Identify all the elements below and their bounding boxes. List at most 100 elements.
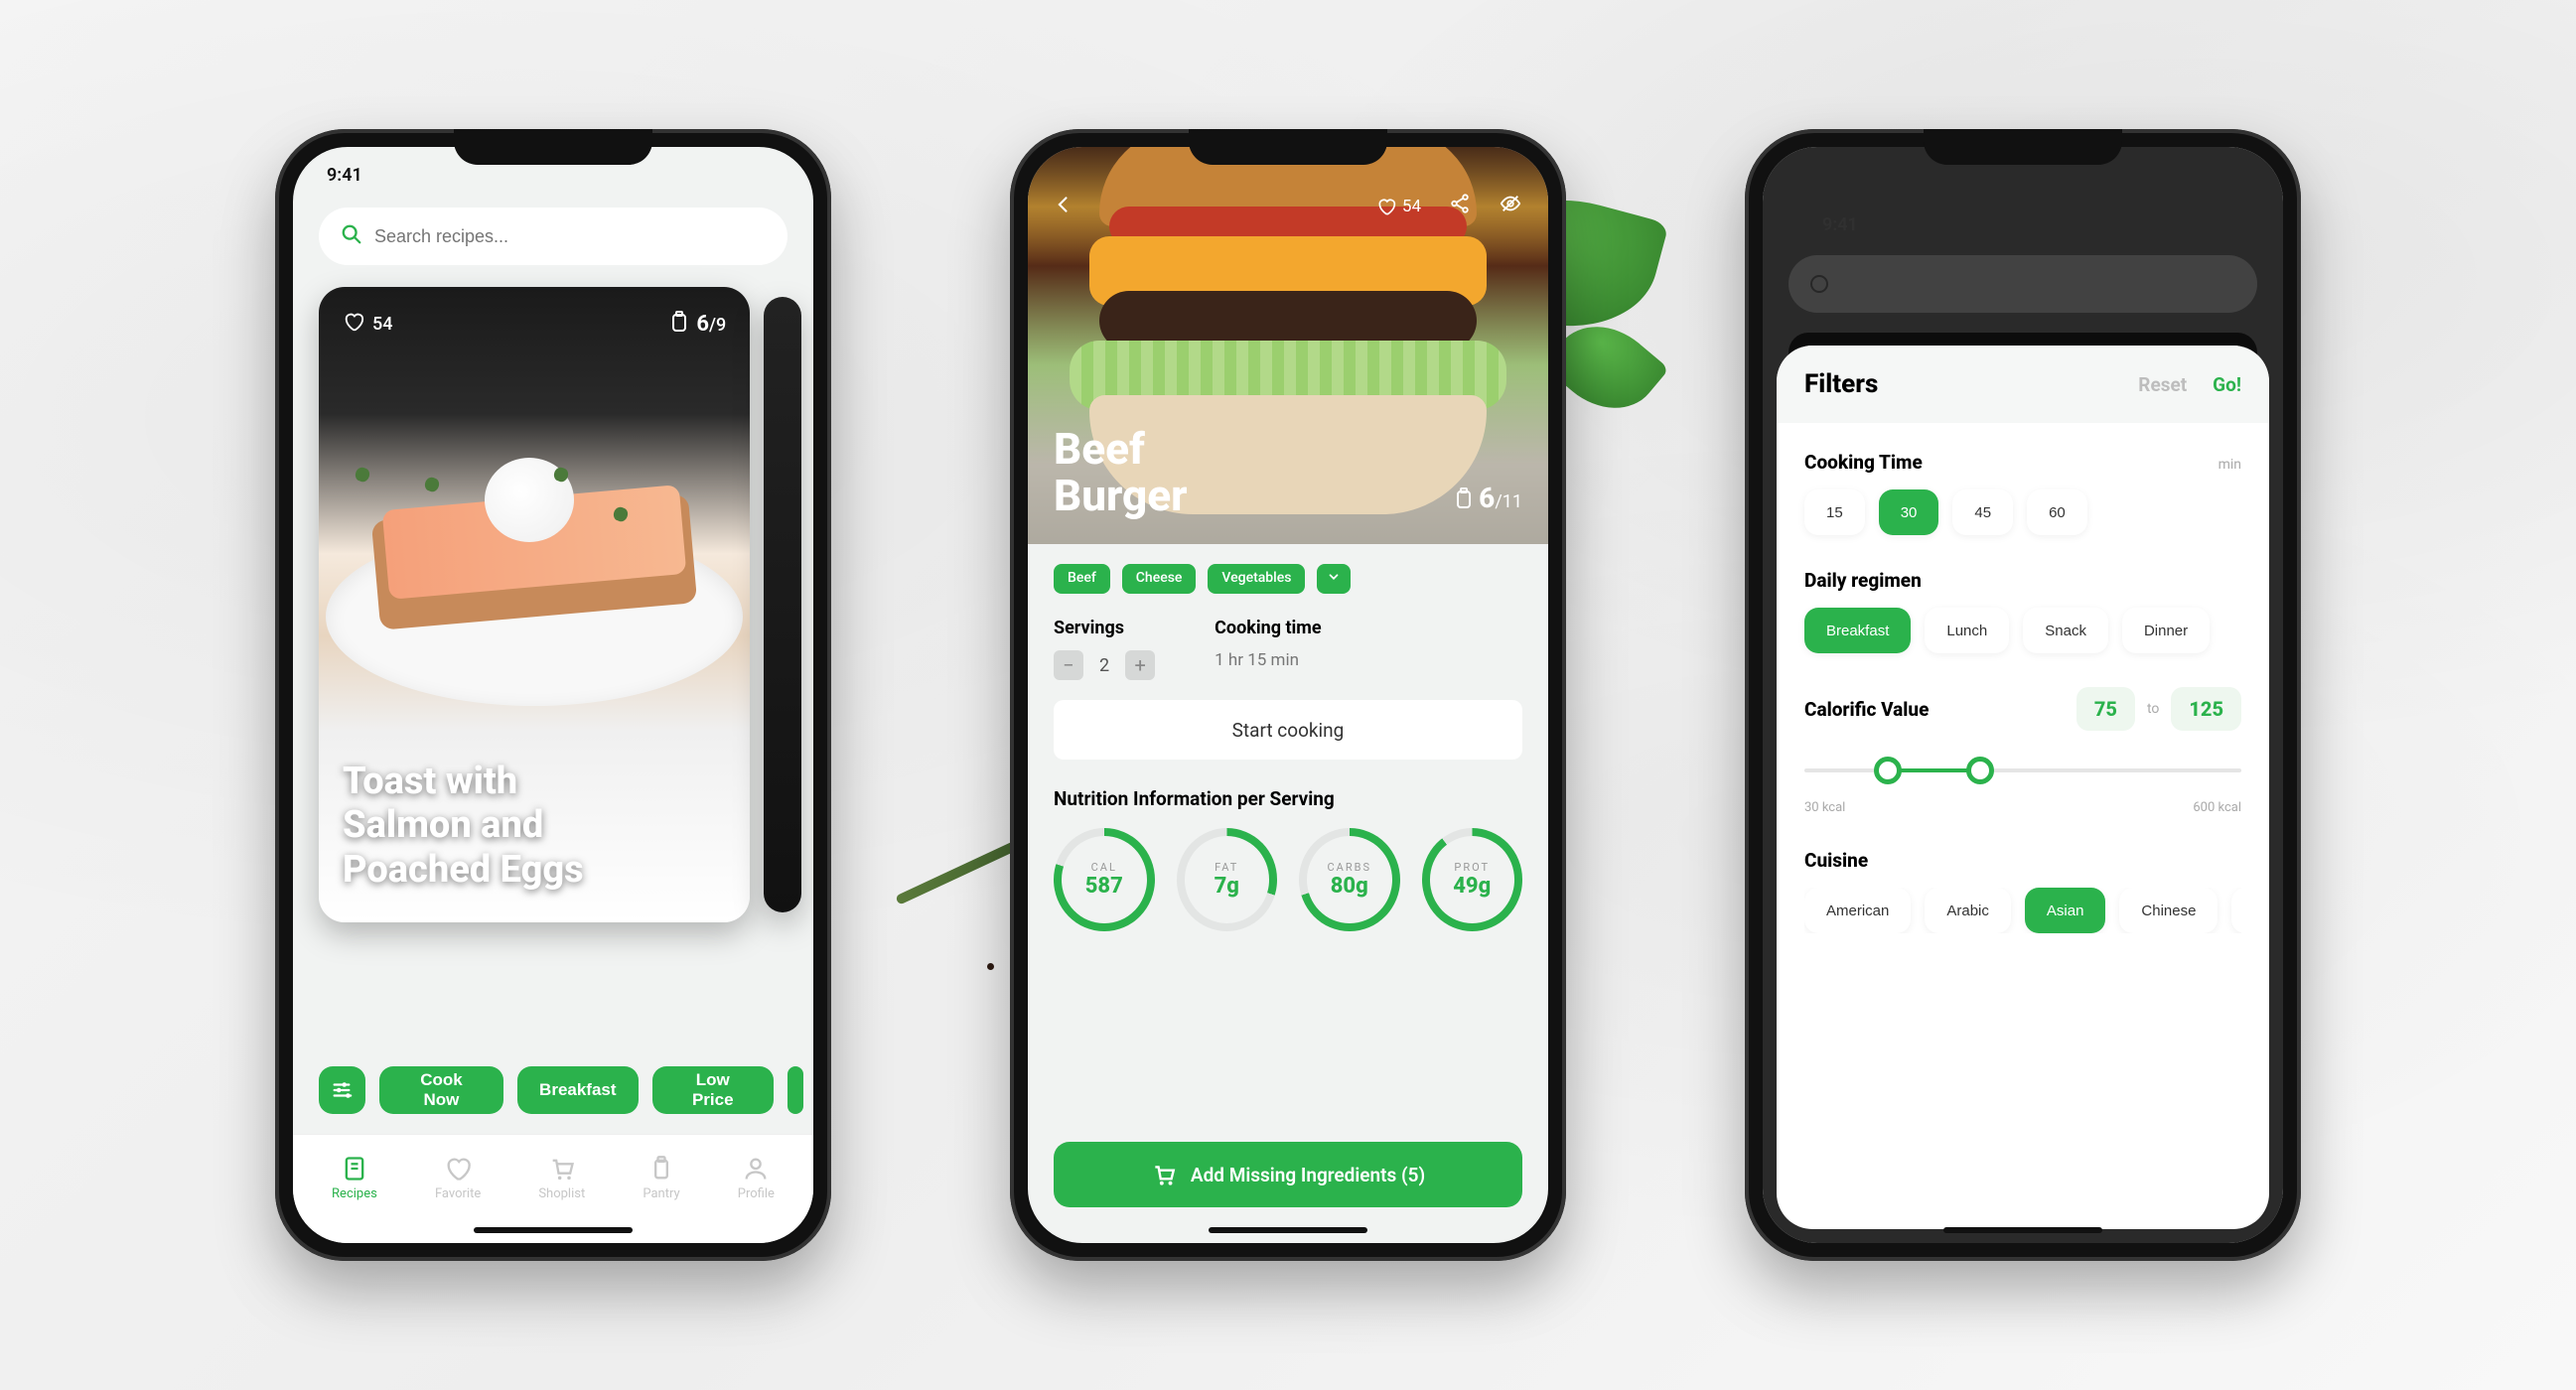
filter-calorific: Calorific Value 75 to 125 30 kcal 600 kc… (1804, 687, 2241, 815)
calo-from[interactable]: 75 (2076, 687, 2135, 731)
nutri-prot: PROT 49g (1422, 828, 1523, 931)
slider-thumb-max[interactable] (1966, 757, 1994, 784)
home-indicator (1943, 1227, 2102, 1233)
likes-count: 54 (1402, 197, 1421, 216)
calo-slider[interactable] (1804, 747, 2241, 796)
tab-profile-label: Profile (738, 1186, 775, 1201)
time-opt-15[interactable]: 15 (1804, 489, 1865, 535)
phone-filters: 9:41 Filters Reset Go! Cooking Time min … (1745, 129, 2301, 1261)
nutri-fat: FAT 7g (1177, 828, 1278, 931)
pill-cook-now[interactable]: Cook Now (379, 1066, 503, 1114)
start-cooking-button[interactable]: Start cooking (1054, 700, 1522, 760)
nutrition-row: CAL 587 FAT 7g CARBS 80g PROT 49g (1054, 828, 1522, 931)
regimen-snack[interactable]: Snack (2023, 608, 2108, 653)
calorific-title: Calorific Value (1804, 698, 1929, 721)
ingredients-count: 6/9 (670, 311, 726, 338)
heart-icon (444, 1155, 472, 1182)
tag-more[interactable] (1317, 564, 1351, 594)
add-missing-button[interactable]: Add Missing Ingredients (5) (1054, 1142, 1522, 1207)
cuisine-overflow[interactable]: Ca (2231, 888, 2241, 933)
tab-recipes[interactable]: Recipes (332, 1155, 377, 1201)
calo-to[interactable]: 125 (2171, 687, 2241, 731)
recipe-title: Toast with Salmon and Poached Eggs (343, 760, 584, 893)
home-indicator (474, 1227, 633, 1233)
servings-label: Servings (1054, 618, 1155, 638)
notch (1189, 129, 1387, 165)
nutri-cal: CAL 587 (1054, 828, 1155, 931)
reset-button[interactable]: Reset (2138, 373, 2187, 396)
likes[interactable]: 54 (1376, 197, 1421, 216)
cooking-time-title: Cooking Time (1804, 451, 1923, 474)
cuisine-american[interactable]: American (1804, 888, 1911, 933)
sheet-title: Filters (1804, 369, 1878, 399)
cooking-time-block: Cooking time 1 hr 15 min (1215, 618, 1322, 680)
ing-have: 6 (1479, 482, 1495, 514)
calo-max-label: 600 kcal (2193, 800, 2241, 815)
recipe-card[interactable]: 54 6/9 Toast with Salmon and Poached Egg… (319, 287, 750, 922)
cart-icon (1151, 1162, 1177, 1187)
profile-icon (742, 1155, 770, 1182)
heart-icon (1376, 197, 1396, 216)
servings-increase[interactable]: + (1125, 650, 1155, 680)
go-button[interactable]: Go! (2213, 373, 2241, 396)
back-button[interactable] (1054, 195, 1073, 218)
share-button[interactable] (1449, 193, 1471, 219)
regimen-title: Daily regimen (1804, 569, 1922, 592)
next-recipe-card[interactable] (764, 297, 801, 912)
likes[interactable]: 54 (343, 311, 392, 338)
regimen-lunch[interactable]: Lunch (1925, 608, 2009, 653)
cooking-time-label: Cooking time (1215, 618, 1322, 638)
filter-sheet: Filters Reset Go! Cooking Time min 15 30… (1777, 346, 2269, 1229)
cuisine-title: Cuisine (1804, 849, 1868, 872)
filter-button[interactable] (319, 1066, 365, 1114)
recipe-title: Beef Burger (1054, 426, 1187, 520)
tab-favorite[interactable]: Favorite (435, 1155, 481, 1201)
servings-decrease[interactable]: − (1054, 650, 1083, 680)
tab-recipes-label: Recipes (332, 1186, 377, 1201)
ing-total: /11 (1495, 491, 1522, 512)
search-bar[interactable] (319, 208, 787, 265)
tab-shoplist[interactable]: Shoplist (538, 1155, 585, 1201)
time-opt-30[interactable]: 30 (1879, 489, 1939, 535)
cuisine-arabic[interactable]: Arabic (1925, 888, 2011, 933)
cuisine-asian[interactable]: Asian (2025, 888, 2106, 933)
home-indicator (1209, 1227, 1367, 1233)
chevron-down-icon (1327, 570, 1341, 584)
regimen-breakfast[interactable]: Breakfast (1804, 608, 1911, 653)
ing-have: 6 (696, 312, 709, 337)
pantry-icon (647, 1155, 675, 1182)
view-button[interactable] (1499, 193, 1522, 219)
pill-overflow[interactable] (787, 1066, 803, 1114)
tag-beef[interactable]: Beef (1054, 564, 1110, 594)
cooking-time-value: 1 hr 15 min (1215, 650, 1322, 670)
pill-breakfast[interactable]: Breakfast (517, 1066, 639, 1114)
status-time: 9:41 (327, 165, 362, 186)
servings-value: 2 (1099, 655, 1109, 676)
time-opt-45[interactable]: 45 (1952, 489, 2013, 535)
recipes-icon (341, 1155, 368, 1182)
filter-cuisine: Cuisine American Arabic Asian Chinese Ca (1804, 849, 2241, 933)
tab-pantry[interactable]: Pantry (643, 1155, 679, 1201)
search-input[interactable] (374, 226, 766, 247)
tag-cheese[interactable]: Cheese (1122, 564, 1197, 594)
cuisine-chinese[interactable]: Chinese (2119, 888, 2218, 933)
ing-total: /9 (709, 315, 726, 336)
nutri-carbs: CARBS 80g (1299, 828, 1400, 931)
sliders-icon (331, 1079, 353, 1101)
nutrition-title: Nutrition Information per Serving (1054, 787, 1522, 810)
phone-recipes: 9:41 (275, 129, 831, 1261)
regimen-dinner[interactable]: Dinner (2122, 608, 2210, 653)
filter-pills: Cook Now Breakfast Low Price (319, 1066, 813, 1114)
slider-thumb-min[interactable] (1874, 757, 1902, 784)
tab-favorite-label: Favorite (435, 1186, 481, 1201)
time-opt-60[interactable]: 60 (2027, 489, 2087, 535)
notch (454, 129, 652, 165)
pill-low-price[interactable]: Low Price (652, 1066, 774, 1114)
calo-min-label: 30 kcal (1804, 800, 1845, 815)
calo-to-word: to (2147, 701, 2159, 717)
tag-vegetables[interactable]: Vegetables (1208, 564, 1305, 594)
cart-icon (548, 1155, 576, 1182)
pantry-icon (1455, 487, 1473, 509)
heart-icon (343, 311, 364, 338)
tab-profile[interactable]: Profile (738, 1155, 775, 1201)
